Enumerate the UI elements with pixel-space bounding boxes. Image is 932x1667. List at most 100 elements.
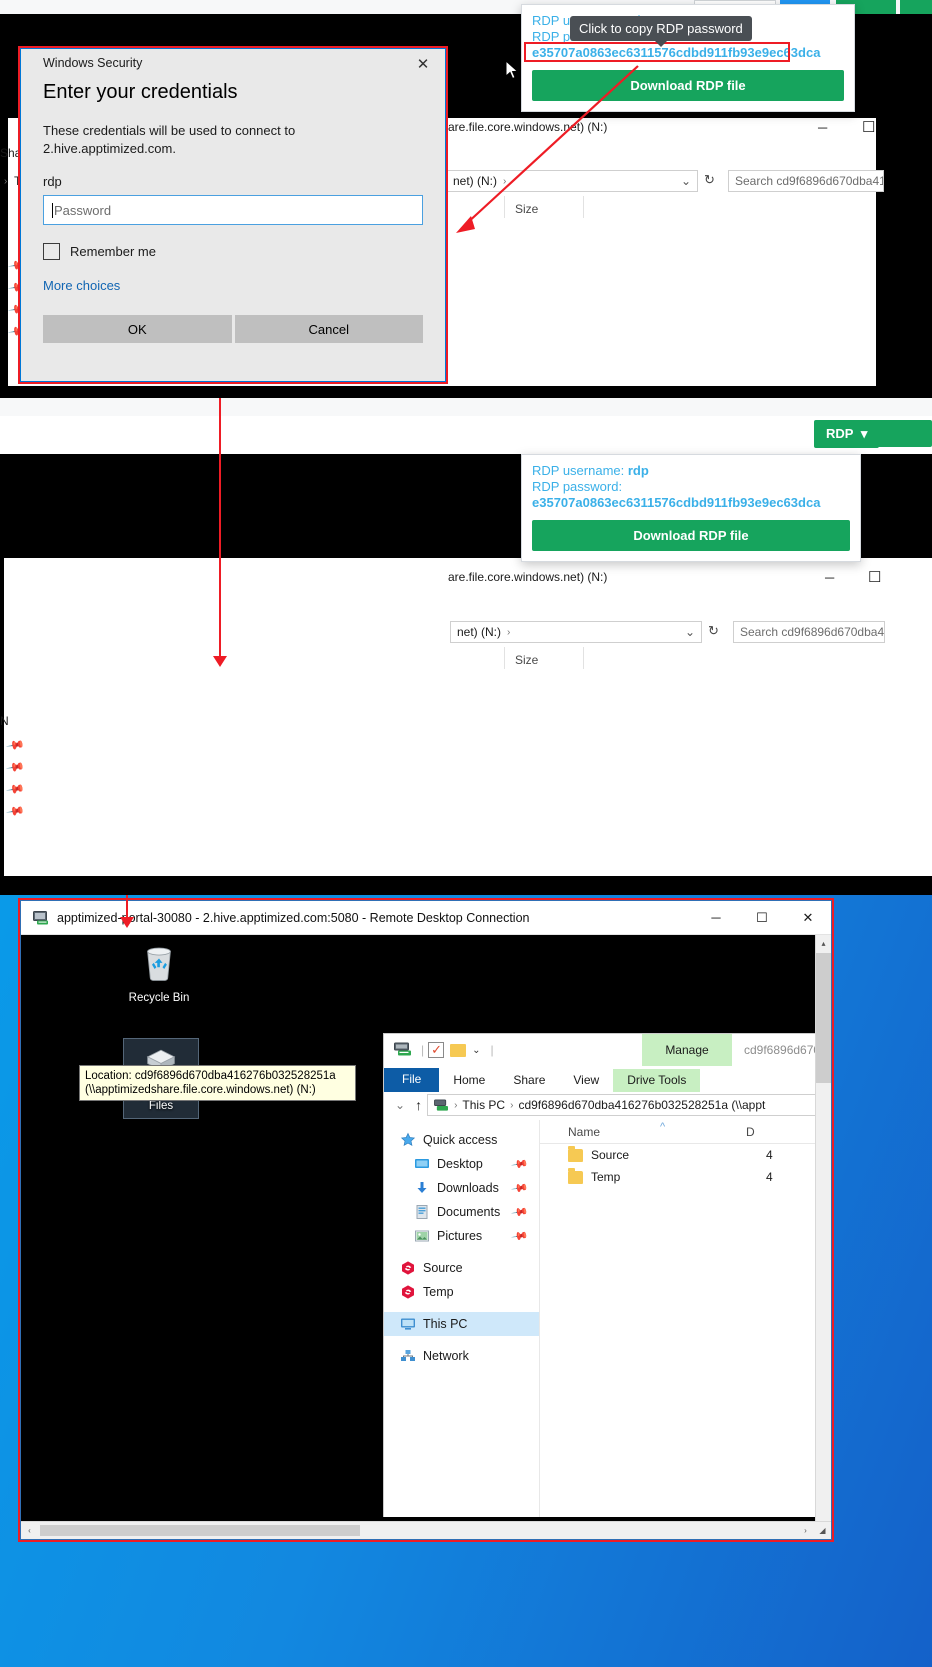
rdp-password-value-2[interactable]: e35707a0863ec6311576cdbd911fb93e9ec63dca (532, 495, 850, 511)
panel-middle-password-entered: RDP ▾ are.file.core.windows.net) (N:) ─ … (0, 398, 932, 895)
tab-share[interactable]: Share (499, 1069, 559, 1092)
rdp-dropdown-label: RDP (826, 426, 854, 441)
scroll-left-button[interactable]: ‹ (21, 1522, 38, 1539)
breadcrumb-drive[interactable]: cd9f6896d670dba416276b032528251a (\\appt (518, 1098, 765, 1112)
download-rdp-file-button-2[interactable]: Download RDP file (532, 520, 850, 551)
explorer-address-bar-2[interactable]: net) (N:) › ⌄ (450, 621, 702, 643)
sidebar-item-downloads[interactable]: Downloads 📌 (384, 1176, 539, 1200)
file-date: 4 (766, 1148, 773, 1162)
resize-grip-icon[interactable]: ◢ (814, 1522, 831, 1539)
column-header-name-text: Name (568, 1124, 601, 1139)
sidebar-item-this-pc[interactable]: This PC (384, 1312, 539, 1336)
rdp-maximize-button[interactable]: ☐ (739, 901, 785, 935)
rdp-username-value-2: rdp (627, 463, 649, 478)
cancel-button[interactable]: Cancel (234, 315, 423, 343)
file-list-header-row: Name ^ D (540, 1120, 815, 1144)
panel-top-credential-prompt: are.file.core.windows.net) (N:) ─ ☐ Shar… (0, 0, 932, 398)
scroll-up-button[interactable]: ▴ (816, 935, 831, 952)
explorer-search-placeholder-2: Search cd9f6896d670dba41 (740, 625, 885, 639)
black-backdrop-right (876, 118, 932, 398)
tab-drive-tools[interactable]: Drive Tools (613, 1069, 701, 1092)
new-folder-icon[interactable] (450, 1043, 467, 1057)
explorer-tree-fragment-n[interactable]: N (0, 714, 9, 728)
pin-icon: 📌 (510, 1179, 529, 1198)
remember-me-checkbox[interactable] (43, 243, 60, 260)
table-row[interactable]: Source 4 (540, 1144, 815, 1166)
explorer-maximize-button-2[interactable]: ☐ (868, 568, 881, 586)
explorer-search-box-2[interactable]: Search cd9f6896d670dba41 (733, 621, 885, 643)
column-header-size-2[interactable]: Size (515, 653, 538, 667)
breadcrumb-bar[interactable]: › This PC › cd9f6896d670dba416276b032528… (427, 1094, 815, 1116)
desktop-icon-recycle-bin[interactable]: Recycle Bin (124, 941, 194, 1004)
rdp-horizontal-scroll-thumb[interactable] (40, 1525, 360, 1536)
network-icon (400, 1348, 416, 1364)
sidebar-item-source[interactable]: Source (384, 1256, 539, 1280)
rdp-vertical-scroll-thumb[interactable] (816, 953, 831, 1083)
ok-button[interactable]: OK (43, 315, 232, 343)
properties-icon[interactable]: ✓ (428, 1042, 445, 1058)
password-placeholder: Password (54, 202, 112, 218)
text-caret (52, 202, 53, 218)
rdp-close-button[interactable]: ✕ (785, 901, 831, 935)
address-dropdown-icon[interactable]: ⌄ (681, 174, 691, 188)
pin-icon: 📌 (510, 1155, 529, 1174)
sidebar-item-temp[interactable]: Temp (384, 1280, 539, 1304)
file-name: Temp (591, 1170, 621, 1184)
column-divider-4 (583, 647, 584, 669)
explorer-title-2: are.file.core.windows.net) (N:) (448, 570, 608, 584)
tab-view[interactable]: View (559, 1069, 613, 1092)
sidebar-item-network[interactable]: Network (384, 1344, 539, 1368)
sidebar-item-desktop[interactable]: Desktop 📌 (384, 1152, 539, 1176)
address-dropdown-icon-2[interactable]: ⌄ (685, 625, 695, 639)
remember-me-row[interactable]: Remember me (21, 225, 445, 260)
breadcrumb-sep-icon-2: › (510, 1099, 514, 1111)
tab-file[interactable]: File (384, 1068, 440, 1092)
sidebar-item-quick-access[interactable]: Quick access (384, 1128, 539, 1152)
breadcrumb-drive-icon (434, 1098, 449, 1112)
explorer-search-placeholder: Search cd9f6896d670dba416 (735, 174, 884, 188)
customize-toolbar-icon[interactable]: ⌄ (472, 1045, 480, 1056)
remote-session-canvas[interactable]: Recycle Bin Apptimized Files Location: c… (29, 941, 815, 1517)
sidebar-label: Quick access (423, 1133, 498, 1147)
sidebar-label: This PC (423, 1317, 468, 1331)
recycle-bin-icon (147, 947, 171, 981)
sidebar-label: Pictures (437, 1229, 483, 1243)
explorer-minimize-button[interactable]: ─ (818, 120, 827, 135)
sidebar-item-documents[interactable]: Documents 📌 (384, 1200, 539, 1224)
password-input[interactable]: Password (43, 195, 423, 225)
rdp-window-titlebar[interactable]: apptimized-portal-30080 - 2.hive.apptimi… (21, 901, 831, 935)
tab-home[interactable]: Home (439, 1069, 499, 1092)
explorer-file-list[interactable]: Name ^ D Source 4 Temp 4 (539, 1120, 815, 1517)
dialog-title-text: Windows Security (43, 56, 143, 70)
dialog-description: These credentials will be used to connec… (43, 123, 296, 156)
column-header-date[interactable]: D (740, 1125, 755, 1139)
rdp-horizontal-scrollbar[interactable]: ‹ › ◢ (21, 1521, 831, 1539)
navigate-up-icon[interactable]: ↑ (415, 1097, 422, 1113)
remote-desktop-icon (33, 910, 49, 925)
rdp-window-controls: ─ ☐ ✕ (693, 901, 831, 935)
rdp-minimize-button[interactable]: ─ (693, 901, 739, 935)
explorer-maximize-button[interactable]: ☐ (862, 118, 875, 136)
sidebar-item-pictures[interactable]: Pictures 📌 (384, 1224, 539, 1248)
sidebar-label: Source (423, 1261, 463, 1275)
breadcrumb-this-pc[interactable]: This PC (462, 1098, 505, 1112)
explorer-refresh-icon[interactable]: ↻ (704, 172, 715, 188)
black-backdrop-left (0, 118, 8, 398)
scroll-right-button[interactable]: › (797, 1522, 814, 1539)
rdp-vertical-scrollbar[interactable]: ▴ (815, 935, 831, 1521)
explorer-minimize-button-2[interactable]: ─ (825, 570, 834, 585)
rdp-password-value[interactable]: e35707a0863ec6311576cdbd911fb93e9ec63dca (532, 45, 844, 61)
explorer-search-box[interactable]: Search cd9f6896d670dba416 (728, 170, 884, 192)
explorer-refresh-icon-2[interactable]: ↻ (708, 623, 719, 639)
annotation-arrowhead-password (213, 656, 227, 667)
column-header-name[interactable]: Name ^ (540, 1121, 740, 1139)
rdp-secondary-button[interactable] (870, 420, 932, 447)
more-choices-link[interactable]: More choices (21, 260, 445, 293)
dialog-close-button[interactable]: ✕ (401, 49, 445, 79)
file-date: 4 (766, 1170, 773, 1184)
explorer-window-background-2 (4, 558, 932, 876)
table-row[interactable]: Temp 4 (540, 1166, 815, 1188)
navigation-history-icon[interactable]: ⌄ (395, 1098, 405, 1112)
browser-green-button-fragment-2[interactable] (900, 0, 932, 14)
